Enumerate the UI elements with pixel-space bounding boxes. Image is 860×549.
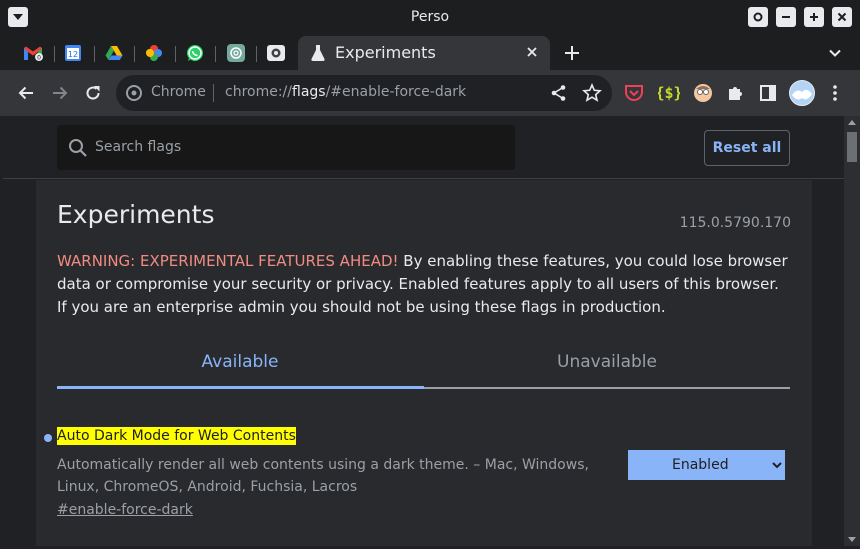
avatar-extension[interactable] xyxy=(692,82,714,104)
flag-permalink[interactable]: #enable-force-dark xyxy=(57,502,193,518)
tab-separator xyxy=(215,46,216,62)
omnibox[interactable]: Chrome chrome://flags/#enable-force-dark xyxy=(116,75,612,111)
kebab-menu-icon xyxy=(833,85,837,101)
profile-button[interactable] xyxy=(789,80,815,106)
sidepanel-icon xyxy=(760,85,776,101)
title-bar: Perso xyxy=(0,0,860,36)
url-scheme: chrome:// xyxy=(225,84,292,100)
version-label: 115.0.5790.170 xyxy=(679,215,791,231)
url-host: flags xyxy=(292,84,326,100)
scroll-up-arrow-icon[interactable] xyxy=(848,120,856,125)
json-icon: {$} xyxy=(658,84,680,102)
modified-dot-icon xyxy=(44,434,52,442)
svg-text:12: 12 xyxy=(68,50,78,59)
tab-search-chevron-icon[interactable] xyxy=(826,44,844,62)
tab-experiments[interactable]: Experiments xyxy=(298,36,550,70)
warning-lead: WARNING: EXPERIMENTAL FEATURES AHEAD! xyxy=(57,252,399,270)
omnibox-url[interactable]: chrome://flags/#enable-force-dark xyxy=(225,84,466,100)
pocket-extension[interactable] xyxy=(623,82,645,104)
page-title: Experiments xyxy=(57,200,215,229)
scrollbar-thumb[interactable] xyxy=(847,132,857,162)
search-icon xyxy=(69,139,87,157)
pinned-tab-calendar[interactable]: 12 xyxy=(62,42,84,64)
minimize-button[interactable] xyxy=(776,7,796,27)
tab-strip: 0 12 Experiments xyxy=(0,36,860,70)
close-icon xyxy=(837,12,847,22)
camera-app-icon xyxy=(267,45,285,61)
warning-text: WARNING: EXPERIMENTAL FEATURES AHEAD! By… xyxy=(57,250,792,319)
minimize-icon xyxy=(782,16,790,18)
pocket-icon xyxy=(625,85,643,101)
experiments-panel: Experiments 115.0.5790.170 WARNING: EXPE… xyxy=(36,180,812,546)
puzzle-icon xyxy=(729,87,742,100)
flags-search-header: Reset all xyxy=(3,116,844,179)
back-button[interactable] xyxy=(15,82,37,104)
pinned-tab-chatgpt[interactable] xyxy=(225,42,247,64)
pinned-tab-whatsapp[interactable] xyxy=(184,42,206,64)
search-box[interactable] xyxy=(57,125,515,170)
flag-state-select[interactable]: Enabled xyxy=(628,450,785,480)
page-viewport: Reset all Experiments 115.0.5790.170 WAR… xyxy=(3,116,844,546)
json-extension[interactable]: {$} xyxy=(658,82,680,104)
pinned-tab-drive[interactable] xyxy=(103,42,125,64)
vertical-scrollbar[interactable] xyxy=(844,116,860,546)
extensions-button[interactable] xyxy=(724,82,746,104)
flag-name: Auto Dark Mode for Web Contents xyxy=(57,427,296,445)
maximize-icon xyxy=(810,13,818,21)
pin-window-button[interactable] xyxy=(748,7,768,27)
pin-icon xyxy=(753,12,763,22)
photos-icon xyxy=(146,45,162,61)
tab-separator xyxy=(54,46,55,62)
toolbar: Chrome chrome://flags/#enable-force-dark… xyxy=(0,70,860,116)
omnibox-chip-label: Chrome xyxy=(151,84,206,100)
svg-text:{$}: {$} xyxy=(658,84,680,102)
chrome-menu-button[interactable] xyxy=(824,82,846,104)
calendar-icon: 12 xyxy=(65,45,81,61)
flag-description: Automatically render all web contents us… xyxy=(57,457,589,495)
avatar-extension-icon xyxy=(694,84,712,102)
tab-separator xyxy=(256,46,257,62)
drive-icon xyxy=(105,46,123,60)
arrow-right-icon xyxy=(53,86,68,100)
selected-tab-indicator xyxy=(57,386,424,389)
whatsapp-icon xyxy=(187,45,203,61)
pinned-tab-gmail[interactable]: 0 xyxy=(22,42,44,64)
chatgpt-icon xyxy=(227,44,245,62)
gmail-icon: 0 xyxy=(24,46,43,62)
reload-button[interactable] xyxy=(82,82,104,104)
tab-available[interactable]: Available xyxy=(57,352,423,372)
svg-text:0: 0 xyxy=(37,55,41,62)
tab-unavailable[interactable]: Unavailable xyxy=(424,352,790,372)
bookmark-star-icon[interactable] xyxy=(582,83,602,103)
close-tab-icon[interactable] xyxy=(524,44,540,60)
scroll-down-arrow-icon[interactable] xyxy=(848,537,856,542)
flag-tabs: Available Unavailable xyxy=(57,340,790,389)
share-icon[interactable] xyxy=(550,84,568,102)
tab-separator xyxy=(134,46,135,62)
chrome-icon xyxy=(126,85,142,101)
tab-separator xyxy=(175,46,176,62)
maximize-button[interactable] xyxy=(804,7,824,27)
new-tab-icon[interactable] xyxy=(562,43,582,63)
window-title: Perso xyxy=(410,9,450,25)
search-input[interactable] xyxy=(95,136,495,158)
reload-icon xyxy=(86,86,100,100)
pinned-tab-photos[interactable] xyxy=(143,42,165,64)
arrow-left-icon xyxy=(18,86,33,100)
close-window-button[interactable] xyxy=(832,7,852,27)
forward-button[interactable] xyxy=(49,82,71,104)
profile-avatar-icon xyxy=(789,80,815,106)
tab-separator xyxy=(94,46,95,62)
flask-icon xyxy=(311,45,325,61)
pinned-tab-camera-app[interactable] xyxy=(265,42,287,64)
tab-title: Experiments xyxy=(335,43,436,62)
url-path: /#enable-force-dark xyxy=(325,84,467,100)
omnibox-divider xyxy=(213,84,214,102)
reset-all-button[interactable]: Reset all xyxy=(704,130,790,166)
side-panel-button[interactable] xyxy=(757,82,779,104)
